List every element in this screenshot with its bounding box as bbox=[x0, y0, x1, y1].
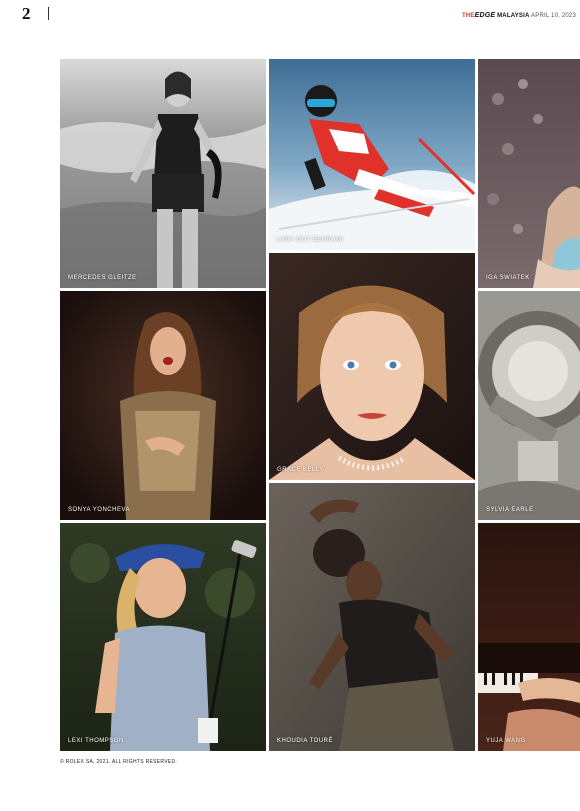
photo-caption: YUJA WANG bbox=[486, 738, 526, 744]
photo-grace-kelly-image bbox=[269, 253, 475, 480]
photo-caption: SONYA YONCHEVA bbox=[68, 507, 131, 513]
masthead-date: APRIL 10, 2023 bbox=[531, 13, 576, 19]
photo-sylvia-earle-image bbox=[478, 291, 580, 520]
photo-caption: SYLVIA EARLE bbox=[486, 507, 534, 513]
photo-mercedes-gleitze-image bbox=[60, 59, 266, 288]
page-number: 2 bbox=[22, 4, 31, 23]
photo-lara-gut-behrami: LARA GUT-BEHRAMI bbox=[269, 59, 475, 250]
photo-khoudia-toure: KHOUDIA TOURÉ bbox=[269, 483, 475, 751]
masthead-edge: EDGE bbox=[474, 12, 496, 19]
photo-lexi-thompson: LEXI THOMPSON bbox=[60, 523, 266, 751]
photo-sonya-yoncheva-image bbox=[60, 291, 266, 520]
header-divider bbox=[48, 7, 49, 20]
photo-grace-kelly: GRACE KELLY bbox=[269, 253, 475, 480]
photo-yuja-wang-image bbox=[478, 523, 580, 751]
photo-caption: IGA SWIATEK bbox=[486, 275, 530, 281]
photo-caption: KHOUDIA TOURÉ bbox=[277, 738, 333, 744]
masthead-country: MALAYSIA bbox=[497, 13, 530, 19]
photo-credit: © ROLEX SA, 2021. ALL RIGHTS RESERVED. bbox=[60, 759, 178, 765]
photo-caption: LEXI THOMPSON bbox=[68, 738, 124, 744]
masthead-the: THE bbox=[461, 13, 475, 19]
photo-yuja-wang: YUJA WANG bbox=[478, 523, 580, 751]
photo-caption: MERCEDES GLEITZE bbox=[68, 275, 137, 281]
photo-caption: LARA GUT-BEHRAMI bbox=[277, 237, 344, 243]
photo-iga-swiatek-image bbox=[478, 59, 580, 288]
masthead: THEEDGE MALAYSIA APRIL 10, 2023 bbox=[462, 12, 576, 19]
photo-khoudia-toure-image bbox=[269, 483, 475, 751]
photo-iga-swiatek: IGA SWIATEK bbox=[478, 59, 580, 288]
photo-sonya-yoncheva: SONYA YONCHEVA bbox=[60, 291, 266, 520]
photo-sylvia-earle: SYLVIA EARLE bbox=[478, 291, 580, 520]
photo-lara-gut-behrami-image bbox=[269, 59, 475, 250]
photo-caption: GRACE KELLY bbox=[277, 467, 324, 473]
photo-lexi-thompson-image bbox=[60, 523, 266, 751]
photo-mercedes-gleitze: MERCEDES GLEITZE bbox=[60, 59, 266, 288]
